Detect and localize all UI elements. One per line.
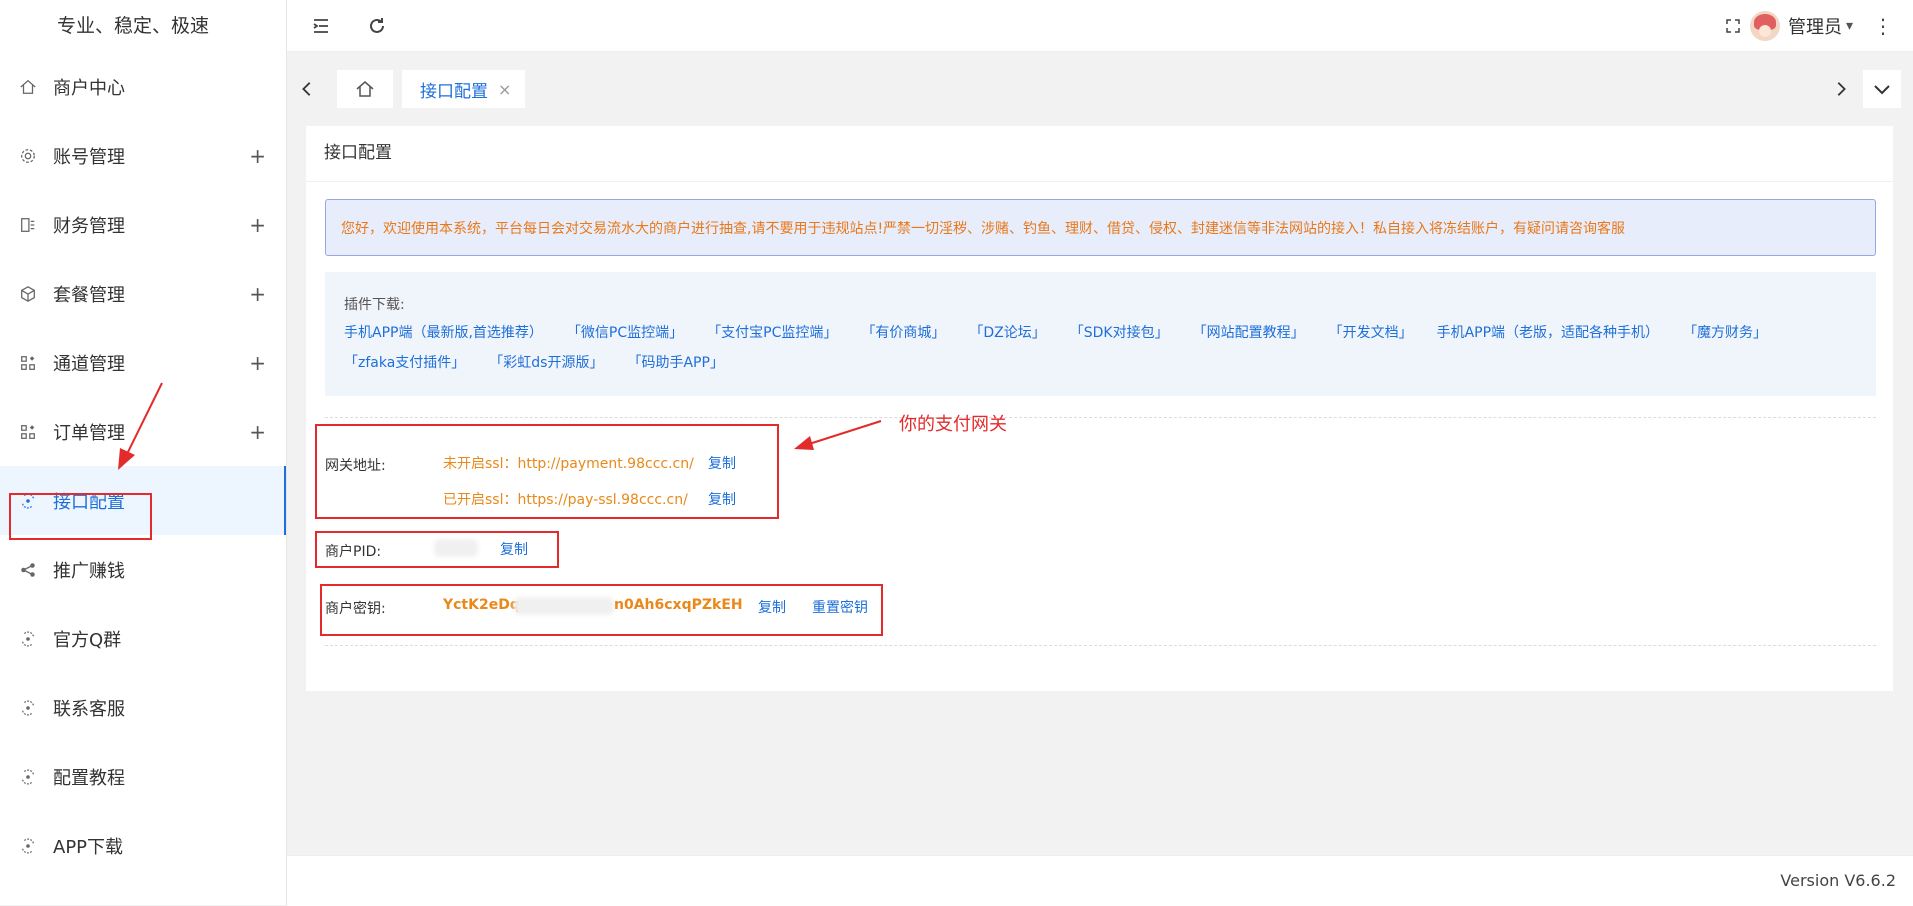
- pid-value-redacted: [434, 539, 478, 557]
- sidebar-item-label: APP下载: [53, 836, 124, 858]
- close-icon[interactable]: ×: [498, 80, 511, 99]
- tab-bar: 接口配置 ×: [287, 52, 1913, 124]
- key-suffix: n0Ah6cxqPZkEH: [614, 597, 743, 613]
- plugin-link[interactable]: 「zfaka支付插件」: [344, 352, 465, 372]
- share-icon: [18, 560, 38, 580]
- finance-icon: [18, 215, 38, 235]
- tabs-prev-icon[interactable]: [289, 70, 325, 108]
- divider: [325, 645, 1876, 646]
- notice-text: 您好，欢迎使用本系统，平台每日会对交易流水大的商户进行抽查,请不要用于违规站点!…: [341, 220, 1626, 237]
- gateway-label: 网关地址:: [325, 458, 386, 474]
- plugin-downloads: 插件下载: 手机APP端（最新版,首选推荐） 「微信PC监控端」 「支付宝PC监控端…: [325, 272, 1876, 396]
- key-prefix: YctK2eDq: [443, 597, 520, 613]
- key-label: 商户密钥:: [325, 601, 386, 617]
- plugin-link[interactable]: 「魔方财务」: [1683, 322, 1767, 342]
- api-icon: [18, 629, 38, 649]
- home-icon: [355, 79, 375, 99]
- gear-icon: [18, 146, 38, 166]
- tab-home[interactable]: [337, 70, 393, 108]
- sidebar-item-9[interactable]: 联系客服: [0, 673, 286, 742]
- tab-interface-config[interactable]: 接口配置 ×: [402, 70, 526, 108]
- plugin-link[interactable]: 「SDK对接包」: [1070, 322, 1169, 342]
- cube-icon: [18, 284, 38, 304]
- sidebar-item-label: 商户中心: [53, 77, 125, 99]
- apps-icon: [18, 353, 38, 373]
- sidebar-item-3[interactable]: 套餐管理 +: [0, 259, 286, 328]
- annotation-text: 你的支付网关: [899, 414, 1007, 435]
- sidebar-item-label: 联系客服: [53, 698, 125, 720]
- brand-slogan: 专业、稳定、极速: [56, 15, 209, 37]
- user-menu[interactable]: 管理员 ▾: [1749, 10, 1853, 42]
- sidebar-item-10[interactable]: 配置教程: [0, 742, 286, 811]
- expand-plus-icon[interactable]: +: [249, 213, 266, 237]
- chevron-down-icon: ▾: [1845, 18, 1853, 34]
- more-vertical-icon[interactable]: ⋮: [1871, 14, 1895, 38]
- sidebar-item-label: 推广赚钱: [53, 560, 125, 582]
- sidebar-item-8[interactable]: 官方Q群: [0, 604, 286, 673]
- expand-plus-icon[interactable]: +: [249, 351, 266, 375]
- sidebar-item-label: 通道管理: [53, 353, 125, 375]
- version-label: Version V6.6.2: [1780, 871, 1896, 890]
- card-title: 接口配置: [306, 126, 1893, 182]
- footer: Version V6.6.2: [287, 855, 1913, 906]
- expand-plus-icon[interactable]: +: [249, 282, 266, 306]
- plugin-link[interactable]: 「网站配置教程」: [1193, 322, 1305, 342]
- sidebar-item-label: 账号管理: [53, 146, 125, 168]
- sidebar-item-label: 套餐管理: [53, 284, 125, 306]
- api-icon: [18, 491, 38, 511]
- user-name: 管理员: [1787, 17, 1842, 38]
- apps-icon: [18, 422, 38, 442]
- pid-label: 商户PID:: [325, 544, 382, 560]
- copy-key-button[interactable]: 复制: [758, 597, 786, 617]
- notice-banner: 您好，欢迎使用本系统，平台每日会对交易流水大的商户进行抽查,请不要用于违规站点!…: [325, 199, 1876, 256]
- avatar: [1749, 11, 1780, 41]
- api-icon: [18, 698, 38, 718]
- plugin-link[interactable]: 手机APP端（最新版,首选推荐）: [344, 322, 543, 342]
- divider: [325, 417, 1876, 418]
- config-card: 接口配置 您好，欢迎使用本系统，平台每日会对交易流水大的商户进行抽查,请不要用于…: [306, 126, 1893, 691]
- sidebar-item-label: 官方Q群: [53, 629, 122, 651]
- sidebar-item-label: 财务管理: [53, 215, 125, 237]
- copy-https-button[interactable]: 复制: [708, 489, 736, 509]
- reset-key-button[interactable]: 重置密钥: [812, 597, 868, 617]
- sidebar-item-label: 配置教程: [53, 767, 125, 789]
- plugin-link[interactable]: 「有价商城」: [861, 322, 945, 342]
- sidebar-item-0[interactable]: 商户中心: [0, 52, 286, 121]
- api-icon: [18, 767, 38, 787]
- copy-pid-button[interactable]: 复制: [500, 539, 528, 559]
- tab-label: 接口配置: [420, 81, 488, 102]
- gateway-http-url: 未开启ssl：http://payment.98ccc.cn/: [443, 456, 694, 472]
- annotation-arrow-gateway: [794, 420, 882, 450]
- collapse-menu-icon[interactable]: [309, 14, 333, 38]
- plugin-link[interactable]: 「微信PC监控端」: [567, 322, 683, 342]
- tabs-next-icon[interactable]: [1823, 70, 1859, 108]
- expand-plus-icon[interactable]: +: [249, 144, 266, 168]
- plugin-link[interactable]: 「支付宝PC监控端」: [707, 322, 837, 342]
- top-header: 管理员 ▾ ⋮: [287, 0, 1913, 52]
- key-middle-redacted: [514, 597, 614, 615]
- plugin-link[interactable]: 「DZ论坛」: [969, 322, 1045, 342]
- plugin-link[interactable]: 手机APP端（老版，适配各种手机）: [1437, 322, 1659, 342]
- plugin-link[interactable]: 「码助手APP」: [627, 352, 723, 372]
- annotation-arrow-sidebar: [118, 382, 163, 470]
- api-icon: [18, 836, 38, 856]
- plugin-links: 手机APP端（最新版,首选推荐） 「微信PC监控端」 「支付宝PC监控端」 「有价商城…: [344, 322, 1858, 372]
- expand-plus-icon[interactable]: +: [249, 420, 266, 444]
- refresh-icon[interactable]: [365, 14, 389, 38]
- copy-http-button[interactable]: 复制: [708, 453, 736, 473]
- sidebar-item-2[interactable]: 财务管理 +: [0, 190, 286, 259]
- fullscreen-icon[interactable]: [1721, 14, 1745, 38]
- sidebar-item-1[interactable]: 账号管理 +: [0, 121, 286, 190]
- sidebar-item-11[interactable]: APP下载: [0, 811, 286, 880]
- tabs-dropdown-icon[interactable]: [1863, 70, 1901, 108]
- home-icon: [18, 77, 38, 97]
- plugin-link[interactable]: 「彩虹ds开源版」: [489, 352, 603, 372]
- plugins-label: 插件下载:: [344, 297, 405, 313]
- gateway-https-url: 已开启ssl：https://pay-ssl.98ccc.cn/: [443, 492, 688, 508]
- plugin-link[interactable]: 「开发文档」: [1329, 322, 1413, 342]
- sidebar-item-label: 接口配置: [53, 491, 125, 513]
- sidebar-item-7[interactable]: 推广赚钱: [0, 535, 286, 604]
